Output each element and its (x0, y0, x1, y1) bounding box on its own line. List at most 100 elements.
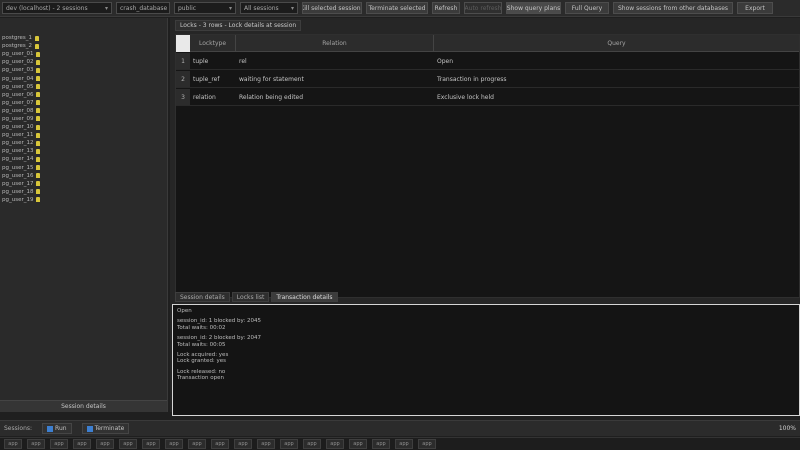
lock-icon (36, 140, 41, 146)
taskbar-app-icon[interactable]: app (73, 439, 91, 449)
table-cell[interactable]: relation (190, 89, 236, 105)
taskbar-app-icon[interactable]: app (234, 439, 252, 449)
lock-icon (36, 108, 41, 114)
session-tree-item[interactable]: pg_user_01 (2, 50, 167, 58)
other-databases-button[interactable]: Show sessions from other databases (613, 2, 733, 14)
session-tree-item[interactable]: pg_user_06 (2, 91, 167, 99)
table-cell[interactable]: waiting for statement (236, 71, 434, 87)
lock-icon (36, 173, 41, 179)
table-cell[interactable]: Open (434, 53, 799, 69)
taskbar-app-icon[interactable]: app (165, 439, 183, 449)
table-cell[interactable]: tuple (190, 53, 236, 69)
session-tree-label: postgres_1 (2, 35, 33, 42)
taskbar-app-icon[interactable]: app (211, 439, 229, 449)
session-tree-label: pg_user_01 (2, 51, 34, 58)
table-cell[interactable]: Relation being edited (236, 89, 434, 105)
row-number[interactable]: 3 (176, 89, 190, 105)
taskbar-app-icon[interactable]: app (349, 439, 367, 449)
taskbar-app-icon[interactable]: app (257, 439, 275, 449)
taskbar-app-icon[interactable]: app (372, 439, 390, 449)
session-tree-label: pg_user_18 (2, 188, 34, 195)
session-tree-label: pg_user_06 (2, 91, 34, 98)
export-button[interactable]: Export (737, 2, 773, 14)
tab-bottom[interactable]: Locks list (231, 292, 270, 302)
session-details-button[interactable]: Session details (0, 400, 167, 412)
taskbar-app-icon[interactable]: app (303, 439, 321, 449)
column-header[interactable]: Query (434, 35, 799, 52)
tab-bottom[interactable]: Session details (175, 292, 230, 302)
session-tree-item[interactable]: pg_user_03 (2, 66, 167, 74)
tab-bottom[interactable]: Transaction details (271, 292, 338, 302)
session-tree-item[interactable]: pg_user_02 (2, 58, 167, 66)
session-tree-item[interactable]: pg_user_09 (2, 115, 167, 123)
lock-icon (36, 181, 41, 187)
table-cell[interactable]: rel (236, 53, 434, 69)
session-tree-item[interactable]: pg_user_15 (2, 164, 167, 172)
taskbar-app-icon[interactable]: app (50, 439, 68, 449)
taskbar-app-icon[interactable]: app (142, 439, 160, 449)
session-tree-item[interactable]: pg_user_17 (2, 180, 167, 188)
taskbar-app-icon[interactable]: app (326, 439, 344, 449)
session-tree-item[interactable]: postgres_1 (2, 34, 167, 42)
row-number[interactable]: 1 (176, 53, 190, 69)
session-tree-label: pg_user_07 (2, 99, 34, 106)
database-select[interactable]: public ▾ (174, 2, 236, 14)
session-tree-item[interactable]: pg_user_14 (2, 155, 167, 163)
session-tree-item[interactable]: pg_user_05 (2, 83, 167, 91)
table-cell[interactable]: Transaction in progress (434, 71, 799, 87)
zoom-level[interactable]: 100% (779, 425, 796, 432)
session-tree-item[interactable]: pg_user_16 (2, 172, 167, 180)
session-tree-label: pg_user_14 (2, 156, 34, 163)
session-tree-item[interactable]: pg_user_13 (2, 147, 167, 155)
column-header[interactable]: Locktype (190, 35, 236, 52)
taskbar-app-icon[interactable]: app (4, 439, 22, 449)
auto-refresh-button[interactable]: Auto refresh (464, 2, 502, 14)
session-tree-item[interactable]: pg_user_11 (2, 131, 167, 139)
session-tree-item[interactable]: postgres_2 (2, 42, 167, 50)
refresh-button[interactable]: Refresh (432, 2, 460, 14)
kill-sessions-button[interactable]: Kill selected sessions (302, 2, 362, 14)
mode-select[interactable]: All sessions ▾ (240, 2, 298, 14)
table-row[interactable]: 3 relation Relation being edited Exclusive … (176, 89, 799, 106)
taskbar: app app app app app app app app app app app app app a… (0, 437, 800, 450)
terminate-status-button[interactable]: Terminate (81, 423, 130, 434)
full-query-button[interactable]: Full Query (565, 2, 609, 14)
terminate-button[interactable]: Terminate selected (366, 2, 428, 14)
session-tree-label: pg_user_05 (2, 83, 34, 90)
taskbar-app-icon[interactable]: app (96, 439, 114, 449)
taskbar-app-icon[interactable]: app (188, 439, 206, 449)
connection-select[interactable]: dev (localhost) - 2 sessions ▾ (2, 2, 112, 14)
session-tree-item[interactable]: pg_user_08 (2, 107, 167, 115)
taskbar-app-icon[interactable]: app (395, 439, 413, 449)
session-tree-item[interactable]: pg_user_04 (2, 74, 167, 82)
session-tree-item[interactable]: pg_user_19 (2, 196, 167, 204)
lock-icon (36, 67, 41, 73)
session-tree-item[interactable]: pg_user_10 (2, 123, 167, 131)
taskbar-app-icon[interactable]: app (119, 439, 137, 449)
chevron-down-icon: ▾ (228, 4, 232, 12)
grid-corner[interactable] (176, 35, 190, 52)
taskbar-app-icon[interactable]: app (280, 439, 298, 449)
table-cell[interactable]: tuple_ref (190, 71, 236, 87)
column-header[interactable]: Relation (236, 35, 434, 52)
row-number[interactable]: 2 (176, 71, 190, 87)
table-row[interactable]: 1 tuple rel Open (176, 53, 799, 70)
lock-icon (36, 84, 41, 90)
show-plans-button[interactable]: Show query plans (506, 2, 561, 14)
session-tree-label: postgres_2 (2, 43, 33, 50)
schema-select[interactable]: crash_database (116, 2, 170, 14)
taskbar-app-icon[interactable]: app (418, 439, 436, 449)
lock-icon (36, 100, 41, 106)
session-tree-item[interactable]: pg_user_18 (2, 188, 167, 196)
session-tree-item[interactable]: pg_user_07 (2, 99, 167, 107)
tab-results-label: Locks - 3 rows - Lock details at session (180, 21, 297, 29)
message-line: Transaction open (177, 375, 224, 382)
session-tree-label: pg_user_16 (2, 172, 34, 179)
run-button[interactable]: Run (42, 423, 72, 434)
session-tree-item[interactable]: pg_user_12 (2, 139, 167, 147)
lock-icon (35, 43, 40, 49)
taskbar-app-icon[interactable]: app (27, 439, 45, 449)
table-cell[interactable]: Exclusive lock held (434, 89, 799, 105)
tab-results[interactable]: Locks - 3 rows - Lock details at session (175, 19, 302, 31)
table-row[interactable]: 2 tuple_ref waiting for statement Transacti… (176, 71, 799, 88)
